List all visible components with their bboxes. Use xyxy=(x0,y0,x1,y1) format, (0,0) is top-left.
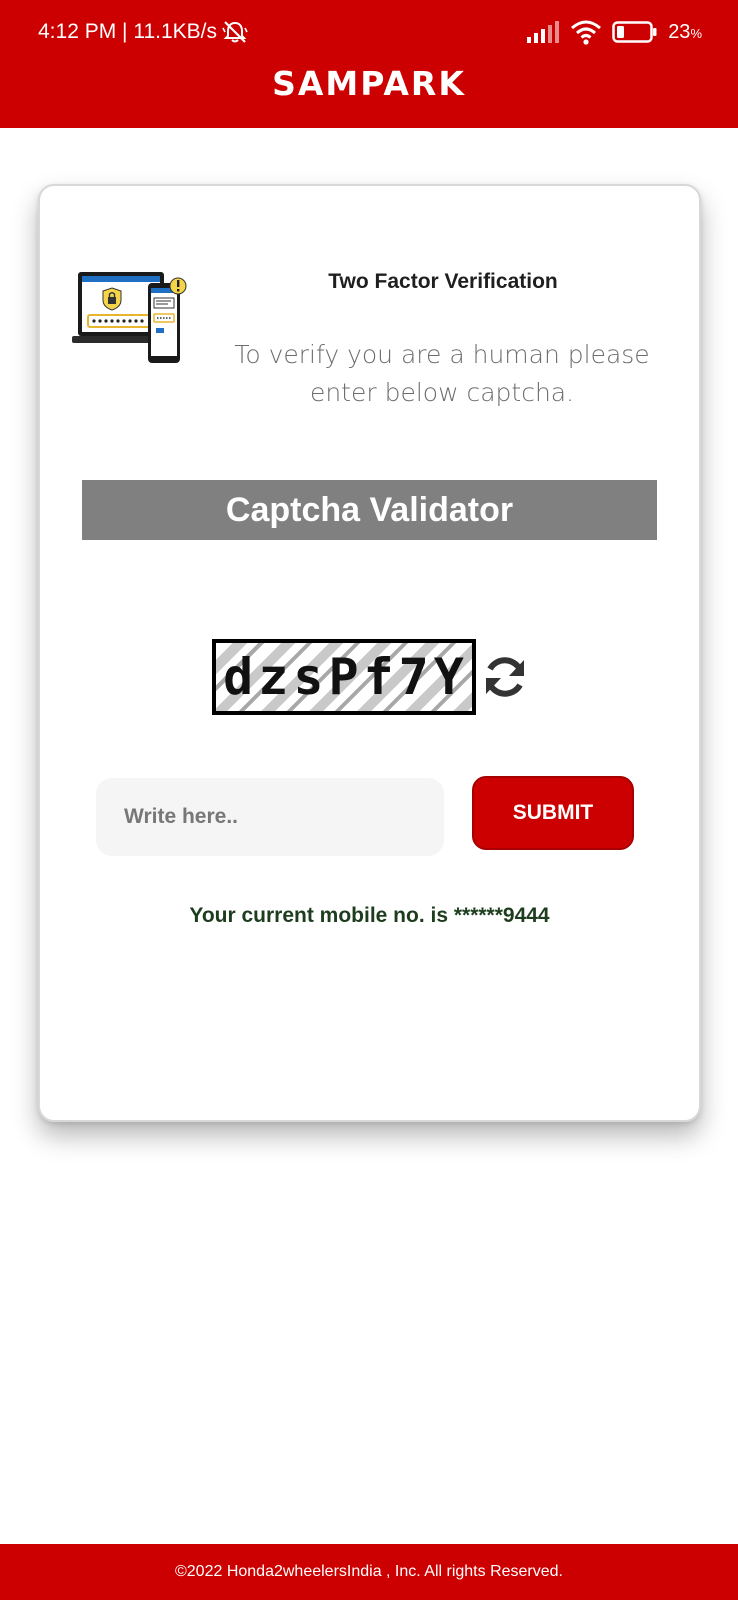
battery-percent-unit: % xyxy=(690,25,702,41)
status-left: 4:12 PM | 11.1KB/s xyxy=(38,18,249,46)
footer-copyright: ©2022 Honda2wheelersIndia , Inc. All rig… xyxy=(0,1544,738,1600)
captcha-validator-banner: Captcha Validator xyxy=(82,480,657,540)
current-mobile-info: Your current mobile no. is ******9444 xyxy=(189,904,550,927)
signal-icon xyxy=(527,21,560,43)
battery-icon xyxy=(612,21,657,43)
captcha-image: dzsPf7Y xyxy=(212,639,476,715)
submit-button[interactable]: SUBMIT xyxy=(472,776,634,850)
bell-off-icon xyxy=(222,21,248,43)
app-header: 4:12 PM | 11.1KB/s 23% SAMPARK xyxy=(0,0,738,128)
status-time-speed: 4:12 PM | 11.1KB/s xyxy=(38,20,217,43)
status-right: 23% xyxy=(526,18,702,46)
refresh-icon[interactable] xyxy=(480,652,530,702)
verification-card: Two Factor Verification To verify you ar… xyxy=(38,184,701,1122)
brand-title: SAMPARK xyxy=(272,64,466,103)
captcha-code: dzsPf7Y xyxy=(223,648,469,706)
card-title: Two Factor Verification xyxy=(328,270,558,293)
captcha-row: dzsPf7Y xyxy=(212,638,530,716)
battery-percent: 23% xyxy=(668,21,702,44)
two-factor-devices-illustration xyxy=(72,272,187,363)
card-subtitle: To verify you are a human please enter b… xyxy=(234,340,650,407)
battery-percent-value: 23 xyxy=(668,20,691,43)
wifi-icon xyxy=(571,20,602,45)
verification-screen: 4:12 PM | 11.1KB/s 23% SAMPARK Two Facto… xyxy=(0,0,738,1600)
captcha-input[interactable] xyxy=(96,778,444,856)
status-bar: 4:12 PM | 11.1KB/s 23% xyxy=(0,0,738,66)
